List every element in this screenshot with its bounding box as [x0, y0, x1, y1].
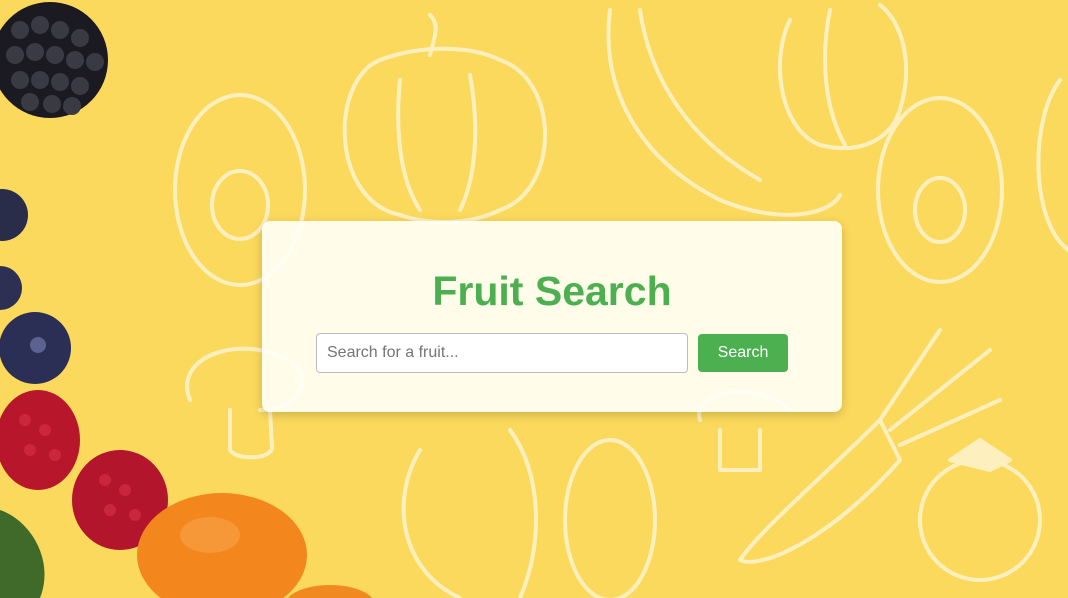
page-title: Fruit Search — [432, 268, 672, 314]
search-card: Fruit Search Search — [262, 221, 842, 412]
search-input[interactable] — [316, 333, 688, 373]
search-button[interactable]: Search — [698, 334, 788, 372]
